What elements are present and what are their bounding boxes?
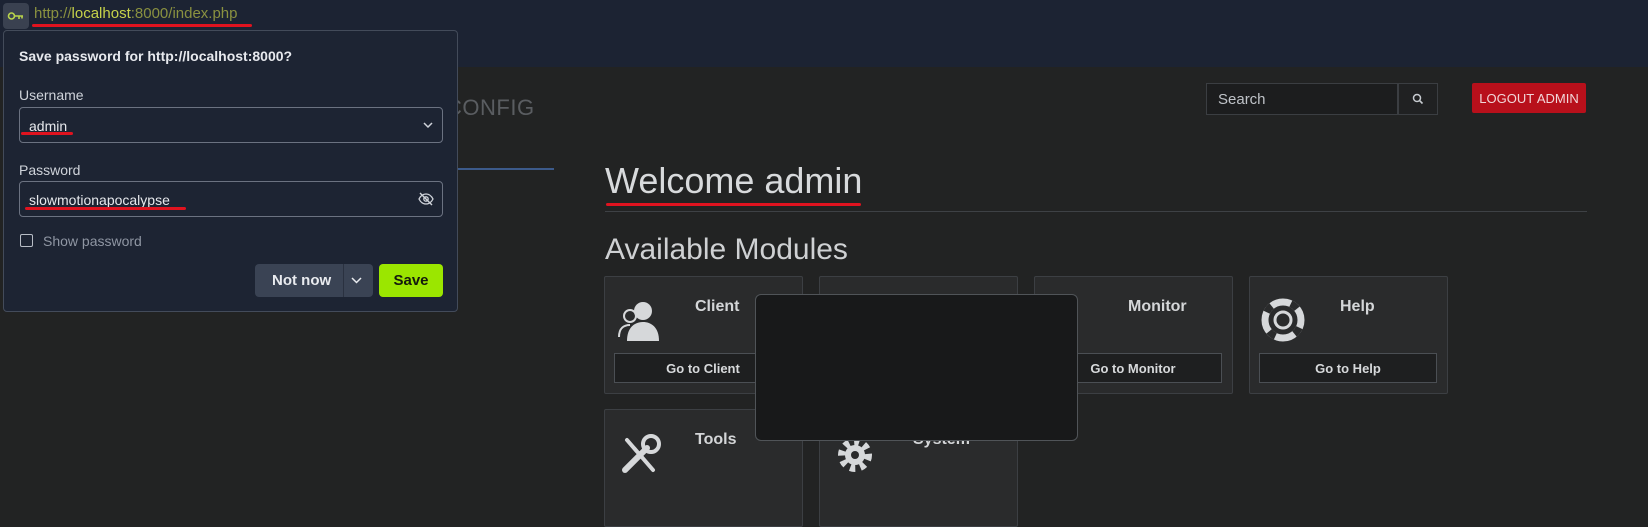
modules-heading: Available Modules bbox=[605, 233, 848, 266]
chevron-down-icon[interactable] bbox=[423, 122, 433, 129]
module-title-monitor: Monitor bbox=[1128, 298, 1187, 315]
url-path: :8000/index.php bbox=[130, 5, 238, 22]
module-title-tools: Tools bbox=[695, 431, 737, 448]
brand-title: CONFIG bbox=[446, 95, 535, 120]
module-card-help: Help Go to Help bbox=[1249, 276, 1448, 394]
page-title: Welcome admin bbox=[605, 160, 863, 201]
url-host: localhost bbox=[71, 5, 131, 22]
go-to-help-button[interactable]: Go to Help bbox=[1259, 353, 1437, 383]
search-button[interactable] bbox=[1398, 83, 1438, 115]
not-now-separator bbox=[343, 264, 344, 297]
password-key-button[interactable] bbox=[3, 3, 29, 29]
save-password-popup: Save password for http://localhost:8000?… bbox=[3, 30, 458, 312]
module-title-help: Help bbox=[1340, 298, 1375, 315]
chevron-down-icon[interactable] bbox=[351, 273, 362, 287]
annotation-underline-url bbox=[32, 24, 252, 27]
search-icon bbox=[1412, 93, 1424, 105]
password-field[interactable]: slowmotionapocalypse bbox=[19, 181, 443, 217]
url-scheme: http:// bbox=[34, 5, 72, 22]
lifebuoy-icon bbox=[1261, 298, 1305, 342]
nav-active-indicator bbox=[446, 168, 554, 170]
popup-title: Save password for http://localhost:8000? bbox=[19, 48, 293, 64]
not-now-button[interactable]: Not now bbox=[255, 264, 373, 297]
logout-button[interactable]: LOGOUT ADMIN bbox=[1472, 83, 1586, 113]
annotation-underline-password bbox=[25, 207, 186, 210]
annotation-underline-welcome bbox=[606, 203, 861, 206]
overlay-panel bbox=[755, 294, 1078, 441]
key-icon bbox=[7, 12, 23, 20]
show-password-checkbox[interactable] bbox=[20, 234, 33, 247]
title-divider bbox=[605, 211, 1587, 212]
client-icon bbox=[618, 302, 659, 341]
search-input[interactable]: Search bbox=[1206, 83, 1398, 115]
annotation-underline-username bbox=[21, 132, 73, 135]
username-field[interactable]: admin bbox=[19, 107, 443, 143]
password-value: slowmotionapocalypse bbox=[29, 192, 170, 208]
show-password-label[interactable]: Show password bbox=[43, 233, 142, 249]
tools-icon bbox=[622, 434, 661, 473]
save-button[interactable]: Save bbox=[379, 264, 443, 297]
not-now-label: Not now bbox=[272, 272, 332, 289]
search-placeholder: Search bbox=[1218, 91, 1266, 108]
url-text[interactable]: http://localhost:8000/index.php bbox=[34, 5, 238, 22]
module-title-client: Client bbox=[695, 298, 740, 315]
password-label: Password bbox=[19, 162, 81, 178]
username-label: Username bbox=[19, 87, 84, 103]
eye-hidden-icon[interactable] bbox=[418, 192, 434, 206]
